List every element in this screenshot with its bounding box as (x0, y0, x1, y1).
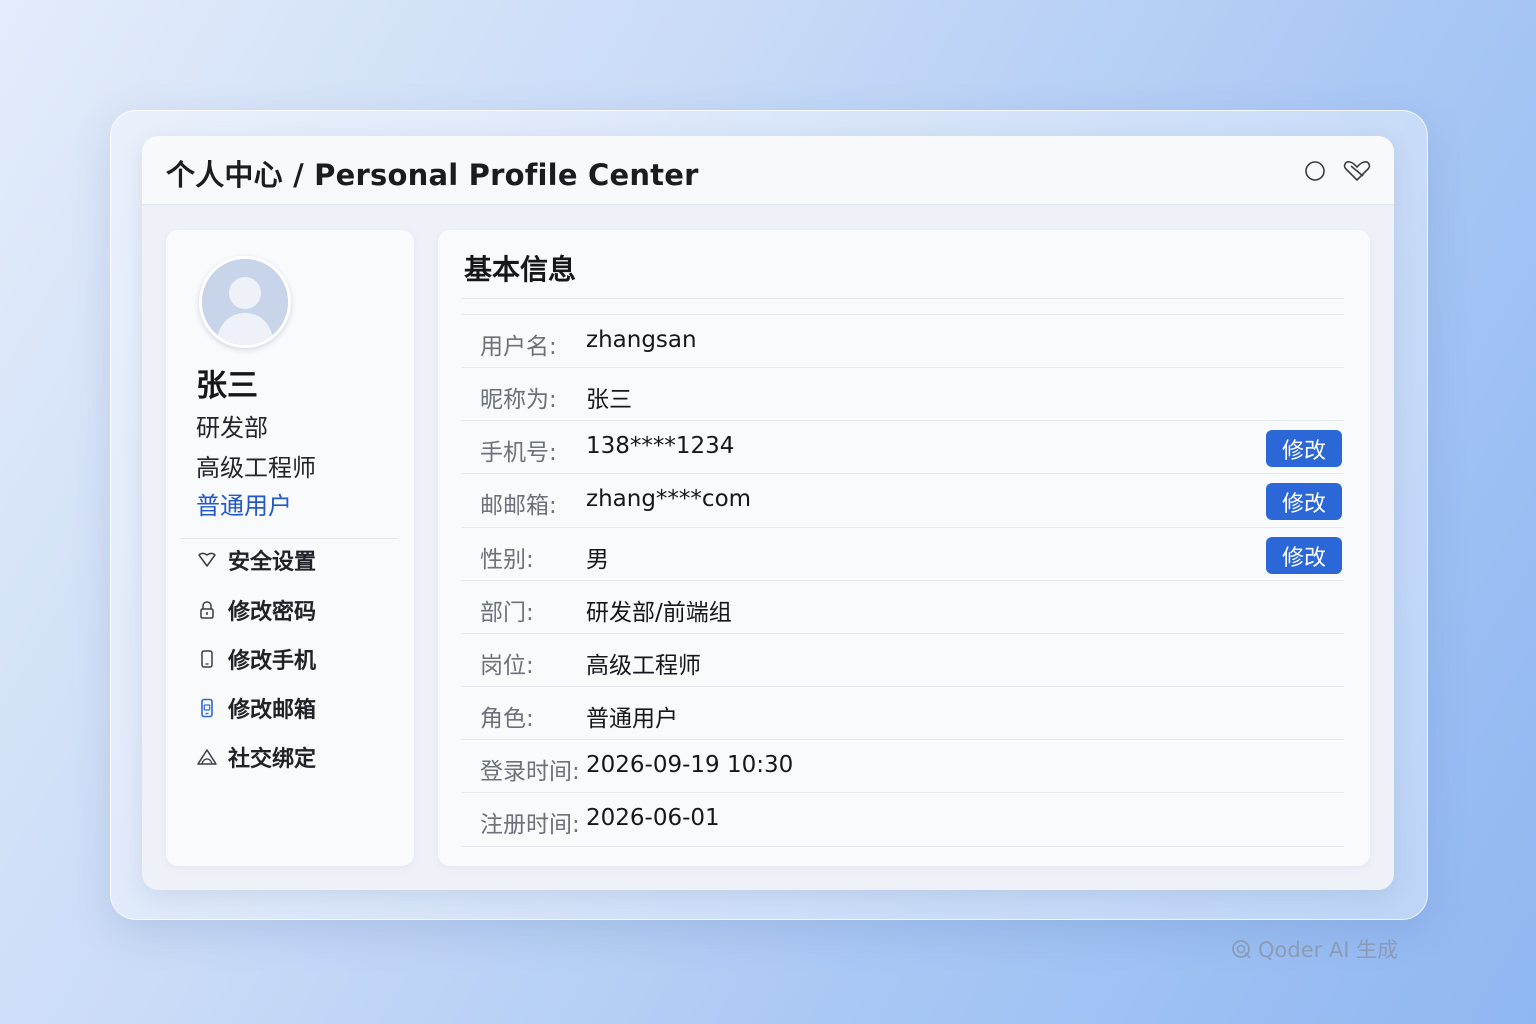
section-divider (462, 298, 1344, 299)
field-label: 用户名: (480, 334, 557, 360)
info-row-login-time: 登录时间: 2026-09-19 10:30 (462, 739, 1344, 793)
edit-gender-button[interactable]: 修改 (1266, 537, 1342, 574)
heart-icon[interactable] (1342, 156, 1372, 186)
field-label: 性别: (480, 547, 534, 573)
shield-icon (194, 547, 220, 573)
menu-label: 修改邮箱 (228, 698, 317, 723)
menu-label: 修改手机 (228, 649, 317, 674)
info-row-position: 岗位: 高级工程师 (462, 633, 1344, 687)
menu-item-security-settings[interactable]: 安全设置 (194, 542, 316, 578)
field-label: 注册时间: (480, 812, 580, 838)
menu-item-change-phone[interactable]: 修改手机 (194, 641, 316, 677)
sidebar-divider (180, 538, 398, 539)
info-row-email: 邮邮箱: zhang****com 修改 (462, 473, 1344, 527)
field-value: 张三 (586, 387, 632, 413)
info-row-phone: 手机号: 138****1234 修改 (462, 420, 1344, 474)
menu-item-change-password[interactable]: 修改密码 (194, 592, 316, 628)
info-row-department: 部门: 研发部/前端组 (462, 580, 1344, 634)
field-label: 昵称为: (480, 387, 557, 413)
avatar[interactable] (199, 256, 291, 348)
watermark: Qoder AI 生成 (1230, 934, 1398, 964)
field-label: 登录时间: (480, 759, 580, 785)
edit-email-button[interactable]: 修改 (1266, 483, 1342, 520)
field-value: zhangsan (586, 327, 697, 353)
info-row-register-time: 注册时间: 2026-06-01 (462, 792, 1344, 847)
basic-info-panel: 基本信息 用户名: zhangsan 昵称为: 张三 手机号: 138****1… (438, 230, 1370, 866)
menu-label: 社交绑定 (228, 747, 317, 772)
profile-sidebar: 张三 研发部 高级工程师 普通用户 安全设置 修改密码 修改手机 修改邮箱 社交… (166, 230, 414, 866)
qoder-logo-icon (1230, 938, 1252, 960)
menu-item-social-binding[interactable]: 社交绑定 (194, 739, 316, 775)
field-label: 岗位: (480, 653, 534, 679)
info-row-role: 角色: 普通用户 (462, 686, 1344, 740)
field-value: zhang****com (586, 486, 752, 512)
field-value: 普通用户 (586, 706, 678, 732)
circle-icon[interactable] (1300, 156, 1330, 186)
menu-item-change-email[interactable]: 修改邮箱 (194, 690, 316, 726)
field-label: 邮邮箱: (480, 493, 557, 519)
field-label: 部门: (480, 600, 534, 626)
field-value: 男 (586, 547, 609, 573)
info-row-nickname: 昵称为: 张三 (462, 367, 1344, 421)
user-avatar-icon (202, 259, 288, 345)
info-row-gender: 性别: 男 修改 (462, 527, 1344, 581)
triangle-icon (194, 744, 220, 770)
lock-icon (194, 597, 220, 623)
phone-icon (194, 646, 220, 672)
info-row-username: 用户名: zhangsan (462, 314, 1344, 368)
field-value: 2026-09-19 10:30 (586, 752, 794, 778)
user-name: 张三 (196, 368, 258, 404)
field-value: 2026-06-01 (586, 805, 720, 831)
field-label: 角色: (480, 706, 534, 732)
mobile-mail-icon (194, 695, 220, 721)
profile-window: 个人中心 / Personal Profile Center 张三 研发部 高级… (142, 136, 1394, 890)
menu-label: 安全设置 (228, 550, 317, 575)
user-department: 研发部 (196, 414, 268, 442)
field-value: 高级工程师 (586, 653, 701, 679)
field-value: 研发部/前端组 (586, 600, 732, 626)
title-bar: 个人中心 / Personal Profile Center (142, 136, 1394, 205)
watermark-text: Qoder AI 生成 (1258, 938, 1399, 962)
user-job-title: 高级工程师 (196, 454, 316, 482)
menu-label: 修改密码 (228, 600, 317, 625)
field-label: 手机号: (480, 440, 557, 466)
section-title: 基本信息 (464, 253, 577, 286)
user-role: 普通用户 (196, 492, 292, 520)
field-value: 138****1234 (586, 433, 735, 459)
edit-phone-button[interactable]: 修改 (1266, 430, 1342, 467)
window-title: 个人中心 / Personal Profile Center (166, 158, 699, 192)
